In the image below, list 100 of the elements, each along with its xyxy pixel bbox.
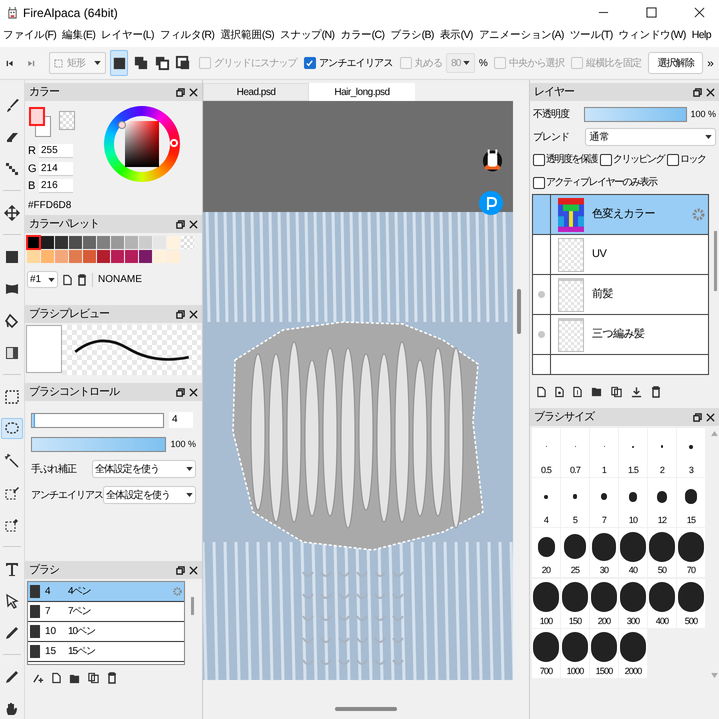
palette-swatch[interactable] (167, 250, 180, 263)
palette-swatch[interactable] (83, 236, 96, 249)
setting-select[interactable]: 全体設定を使う (103, 486, 196, 504)
brush-size-cell[interactable]: 25 (561, 528, 589, 578)
palette-swatch[interactable] (153, 236, 166, 249)
palette-swatch[interactable] (55, 250, 68, 263)
brush-size-cell[interactable]: 10 (619, 478, 647, 528)
document-tab[interactable]: Head.psd (203, 83, 309, 101)
menu-item[interactable]: Help (692, 28, 711, 44)
brush-size-cell[interactable]: 1000 (561, 628, 589, 678)
palette-swatch[interactable] (41, 250, 54, 263)
size-slider[interactable] (31, 412, 164, 428)
menu-item[interactable]: カラー(C) (340, 28, 384, 44)
float-icon[interactable] (693, 412, 702, 422)
brush-size-cell[interactable]: 2 (648, 428, 676, 477)
menu-item[interactable]: スナップ(N) (280, 28, 334, 44)
layer-row[interactable]: 三つ編み髪 (533, 315, 708, 355)
lasso-icon[interactable] (1, 418, 23, 440)
checkbox[interactable] (667, 154, 679, 166)
palette-swatch[interactable] (167, 236, 180, 249)
checkbox[interactable] (304, 57, 316, 69)
color-swatches[interactable] (29, 107, 51, 137)
blend-select[interactable]: 通常 (585, 128, 716, 146)
menu-item[interactable]: 表示(V) (440, 28, 473, 44)
brush-size-cell[interactable]: 100 (532, 578, 560, 628)
menu-item[interactable]: フィルタ(R) (160, 28, 214, 44)
float-icon[interactable] (693, 88, 702, 96)
color-marker[interactable] (118, 121, 126, 129)
close-icon[interactable] (706, 412, 715, 422)
close-icon[interactable] (189, 566, 198, 574)
brush-size-cell[interactable]: 4 (532, 478, 560, 528)
brush-size-cell[interactable]: 50 (648, 528, 676, 578)
close-icon[interactable] (694, 7, 705, 18)
brush-size-cell[interactable]: 700 (532, 628, 560, 678)
trash-icon[interactable] (107, 672, 117, 684)
palette-swatch[interactable] (125, 236, 138, 249)
brush-size-cell[interactable]: 12 (648, 478, 676, 528)
palette-swatch[interactable] (27, 236, 40, 249)
palette-swatch[interactable] (69, 236, 82, 249)
float-icon[interactable] (176, 388, 185, 396)
add-brush-icon[interactable] (33, 672, 44, 684)
brush-size-cell[interactable]: 0.7 (561, 428, 589, 477)
close-icon[interactable] (189, 388, 198, 396)
channel-field[interactable]: 216 (39, 179, 73, 194)
folder-icon[interactable] (591, 386, 602, 397)
checkbox[interactable] (600, 154, 612, 166)
checkbox[interactable] (533, 176, 545, 188)
document-tab[interactable]: Hair_long.psd (309, 83, 415, 101)
new-file-icon[interactable] (63, 274, 72, 286)
brush-row[interactable]: 4 4ペン (28, 582, 184, 602)
brush-row[interactable]: 10 10ペン (28, 622, 184, 642)
brush-size-cell[interactable]: 500 (677, 578, 705, 628)
alpaca-badge-icon[interactable] (482, 147, 503, 173)
folder-icon[interactable] (69, 672, 80, 684)
setting-select[interactable]: 全体設定を使う (92, 460, 196, 478)
layer-row[interactable]: 色変えカラー (533, 195, 708, 235)
brush-size-cell[interactable]: 20 (532, 528, 560, 578)
palette-swatch[interactable] (97, 250, 110, 263)
close-icon[interactable] (189, 220, 198, 228)
maximize-icon[interactable] (646, 7, 657, 18)
palette-swatch[interactable] (83, 250, 96, 263)
menu-item[interactable]: ウィンドウ(W) (618, 28, 686, 44)
brush-size-cell[interactable]: 70 (677, 528, 705, 578)
menu-item[interactable]: 編集(E) (62, 28, 96, 44)
palette-swatch[interactable] (153, 250, 166, 263)
menu-item[interactable]: レイヤー(L) (101, 28, 154, 44)
close-icon[interactable] (706, 88, 715, 96)
merge-down-icon[interactable] (631, 386, 642, 398)
brush-size-cell[interactable]: 7 (590, 478, 618, 528)
brush-size-cell[interactable]: 1500 (590, 628, 618, 678)
palette-swatch[interactable] (69, 250, 82, 263)
brush-size-cell[interactable]: 200 (590, 578, 618, 628)
scrollbar-thumb[interactable] (517, 289, 521, 334)
brush-size-cell[interactable]: 1.5 (619, 428, 647, 477)
palette-swatch[interactable] (139, 250, 152, 263)
layer-row[interactable]: 前髪 (533, 275, 708, 315)
duplicate-icon[interactable] (88, 672, 99, 684)
menu-item[interactable]: 選択範囲(S) (220, 28, 274, 44)
brush-size-cell[interactable]: 1 (590, 428, 618, 477)
brush-size-cell[interactable]: 30 (590, 528, 618, 578)
close-icon[interactable] (189, 88, 198, 96)
overflow-button[interactable]: » (707, 54, 713, 72)
brush-size-cell[interactable]: 2000 (619, 628, 647, 678)
channel-field[interactable]: 255 (39, 144, 73, 158)
size-field[interactable]: 4 (169, 412, 193, 428)
palette-swatch[interactable] (97, 236, 110, 249)
deselect-button[interactable]: 選択解除 (648, 52, 704, 74)
scrollbar-thumb[interactable] (714, 231, 717, 291)
menu-item[interactable]: ファイル(F) (3, 28, 56, 44)
brush-row[interactable]: 7 7ペン (28, 602, 184, 622)
new-file-icon[interactable] (52, 672, 61, 684)
palette-swatch[interactable] (111, 250, 124, 263)
trash-icon[interactable] (77, 274, 87, 286)
brush-size-cell[interactable]: 150 (561, 578, 589, 628)
brush-row[interactable]: 15 15ペン (28, 642, 184, 662)
transparent-swatch[interactable] (59, 111, 75, 130)
move-icon[interactable] (1, 202, 23, 223)
palette-swatch[interactable] (125, 250, 138, 263)
brush-size-cell[interactable]: 3 (677, 428, 705, 477)
menu-item[interactable]: ブラシ(B) (390, 28, 434, 44)
